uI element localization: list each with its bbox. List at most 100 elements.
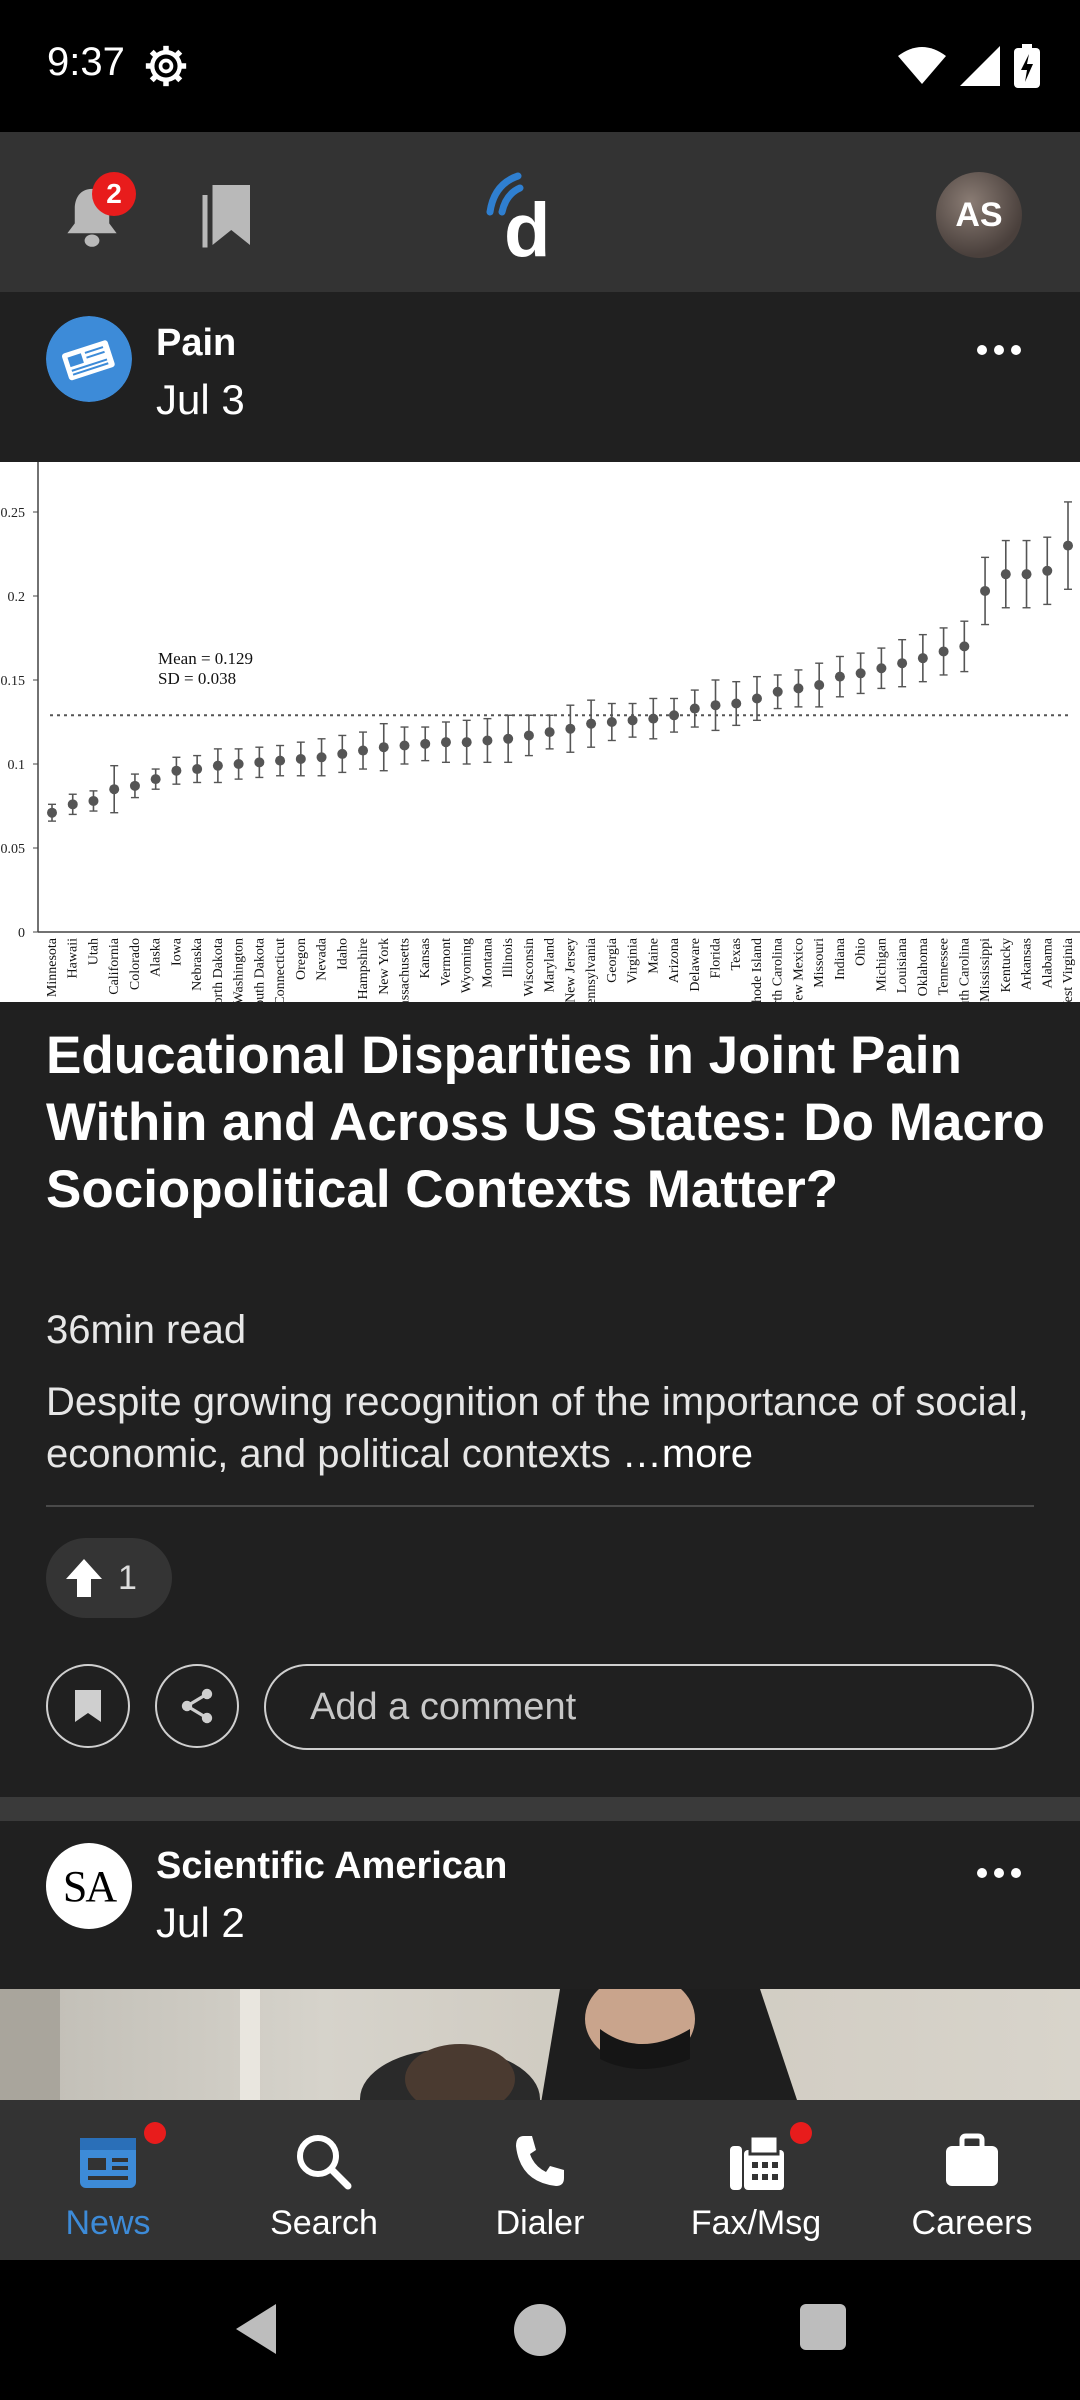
data-point [855,668,866,679]
home-icon[interactable] [512,2302,568,2358]
x-tick-label: New York [377,938,392,995]
logo-letter: d [504,188,550,264]
save-bookmark-button[interactable] [46,1664,130,1748]
x-tick-label: South Carolina [957,937,972,1002]
nav-label-dialer: Dialer [495,2204,585,2242]
data-point [834,671,845,682]
x-tick-label: Washington [232,938,247,1002]
more-options-icon[interactable] [974,340,1024,360]
data-point [876,663,887,674]
data-point [150,774,161,785]
nav-careers[interactable]: Careers [864,2100,1080,2260]
post-date: Jul 3 [156,376,245,423]
back-icon[interactable] [232,2302,280,2356]
data-point [316,752,327,763]
data-point [980,585,991,596]
data-point [503,733,514,744]
share-button[interactable] [155,1664,239,1748]
data-point [212,760,223,771]
post-card-2[interactable]: SA Scientific American Jul 2 [0,1821,1080,2100]
photo-people-illustration [0,1989,797,2100]
newspaper-icon[interactable] [46,316,132,402]
nav-fax-msg[interactable]: Fax/Msg [648,2100,864,2260]
data-point [1021,569,1032,580]
data-point [88,795,99,806]
article-chart-image[interactable]: Mean = 0.129 SD = 0.038 0.25 0.2 0.15 0.1 0.… [0,462,1080,1002]
error-bar-chart: Mean = 0.129 SD = 0.038 0.25 0.2 0.15 0.1 0.… [1,462,1080,1002]
data-point [793,683,804,694]
article-title[interactable]: Educational Disparities in Joint Pain Wi… [46,1022,1046,1223]
data-point [710,700,721,711]
x-tick-label: Wisconsin [522,938,537,997]
read-time: 36min read [46,1308,247,1352]
news-unread-dot [144,2122,166,2144]
post-header: Pain Jul 3 [0,292,1080,462]
nav-dialer[interactable]: Dialer [432,2100,648,2260]
signal-icon [960,46,1000,86]
scientific-american-logo[interactable]: SA [46,1843,132,1929]
x-tick-label: North Carolina [771,937,786,1002]
x-tick-label: Louisiana [895,937,910,993]
bookmarks-icon[interactable] [194,180,256,250]
x-tick-label: Oregon [294,938,309,980]
phone-icon [516,2136,564,2186]
chart-annotation-mean: Mean = 0.129 [158,649,253,668]
share-icon [181,1688,213,1724]
data-point [917,653,928,664]
x-tick-label: Maine [646,938,661,974]
x-tick-label: Illinois [501,938,516,978]
nav-label-search: Search [270,2204,378,2242]
x-tick-label: Nevada [315,937,330,981]
post-source-name[interactable]: Scientific American [156,1845,507,1888]
data-point [1000,569,1011,580]
upvote-count: 1 [118,1558,137,1597]
nav-news[interactable]: News [0,2100,216,2260]
x-tick-label: Delaware [688,938,703,992]
data-point [689,703,700,714]
more-options-icon[interactable] [974,1863,1024,1883]
article-photo[interactable] [0,1989,1080,2100]
y-tick-label: 0.15 [1,674,26,689]
comment-input[interactable]: Add a comment [264,1664,1034,1750]
data-point [544,727,555,738]
doximity-logo-icon[interactable]: d [478,168,578,264]
data-point [814,680,825,691]
news-feed[interactable]: Pain Jul 3 Mean = 0.129 SD = 0.038 0.25 0… [0,292,1080,2100]
x-tick-label: California [107,937,122,995]
search-icon [297,2135,352,2190]
status-bar: 9:37 [0,0,1080,132]
x-tick-label: Missouri [812,938,827,988]
article-summary[interactable]: Despite growing recognition of the impor… [46,1376,1046,1480]
y-tick-label: 0.1 [8,758,26,773]
x-tick-label: Rhode Island [750,938,765,1002]
x-tick-label: West Virginia [1061,937,1076,1002]
y-tick-label: 0.2 [8,590,26,605]
user-avatar[interactable]: AS [936,172,1022,258]
data-point [938,646,949,657]
data-point [648,713,659,724]
x-tick-label: Vermont [439,938,454,986]
post-source-name[interactable]: Pain [156,322,236,365]
x-tick-label: Colorado [128,938,143,990]
divider [46,1505,1034,1507]
nav-label-news: News [65,2204,151,2242]
briefcase-icon [946,2133,998,2186]
post-date: Jul 2 [156,1899,245,1946]
data-point [669,710,680,721]
data-point [275,755,286,766]
upvote-button[interactable]: 1 [46,1538,172,1618]
y-tick-label: 0.25 [1,506,26,521]
x-tick-label: Massachusetts [397,938,412,1002]
read-more-link[interactable]: …more [622,1432,753,1476]
wifi-icon [898,47,946,84]
recents-icon[interactable] [800,2304,846,2350]
data-point [337,748,348,759]
data-point [399,740,410,751]
x-tick-label: Tennessee [937,938,952,995]
bookmark-icon [75,1690,101,1722]
x-tick-label: South Dakota [252,937,267,1002]
nav-search[interactable]: Search [216,2100,432,2260]
data-point [897,658,908,669]
data-point [358,745,369,756]
data-point [772,686,783,697]
